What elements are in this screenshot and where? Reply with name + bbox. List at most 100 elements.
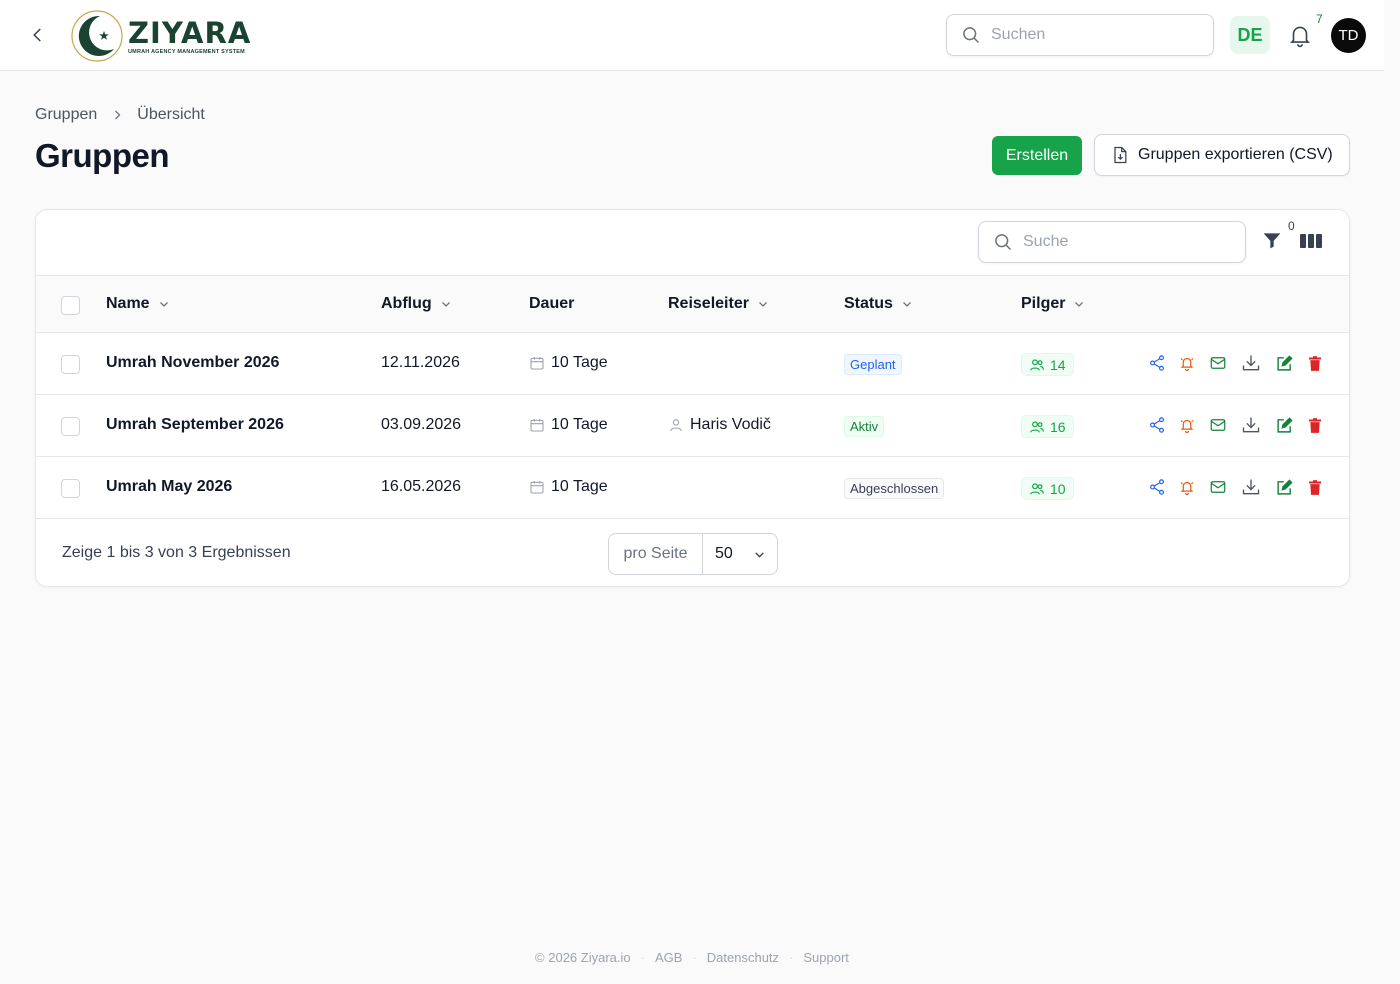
notifications-button[interactable]: [1287, 22, 1313, 48]
global-search[interactable]: [946, 14, 1214, 56]
footer-link-support[interactable]: Support: [803, 950, 849, 965]
edit-icon: [1276, 478, 1293, 495]
scrollbar-track: [1384, 0, 1400, 984]
trash-icon: [1309, 417, 1321, 433]
column-header-name[interactable]: Name: [106, 295, 170, 313]
share-icon: [1150, 355, 1164, 371]
table-header: Name Abflug Dauer Reiseleiter Status Pil…: [36, 275, 1349, 333]
pilgrims-count: 16: [1050, 418, 1066, 435]
delete-button[interactable]: [1305, 353, 1325, 373]
share-button[interactable]: [1147, 353, 1167, 373]
breadcrumb-item-gruppen[interactable]: Gruppen: [35, 106, 97, 124]
filter-count: 0: [1288, 219, 1295, 233]
mail-icon: [1210, 357, 1226, 369]
table-search[interactable]: [978, 221, 1246, 263]
download-icon: [1242, 355, 1260, 371]
duration-cell: 10 Tage: [529, 478, 608, 496]
row-checkbox[interactable]: [61, 355, 80, 374]
breadcrumb: Gruppen Übersicht: [35, 106, 205, 124]
edit-button[interactable]: [1274, 353, 1294, 373]
departure-date: 03.09.2026: [381, 416, 462, 433]
pilgrims-count: 10: [1050, 480, 1066, 497]
email-button[interactable]: [1208, 353, 1228, 373]
calendar-icon: [530, 481, 544, 494]
download-button[interactable]: [1241, 477, 1261, 497]
notify-button[interactable]: [1177, 415, 1197, 435]
footer: © 2026 Ziyara.io · AGB · Datenschutz · S…: [0, 950, 1384, 965]
share-button[interactable]: [1147, 477, 1167, 497]
departure-date: 12.11.2026: [381, 354, 460, 371]
download-icon: [1242, 479, 1260, 495]
columns-toggle-button[interactable]: [1300, 232, 1324, 250]
per-page-select[interactable]: pro Seite 50: [608, 533, 778, 575]
delete-button[interactable]: [1305, 415, 1325, 435]
group-name[interactable]: Umrah May 2026: [106, 478, 232, 496]
group-name[interactable]: Umrah September 2026: [106, 416, 284, 434]
table-row[interactable]: Umrah September 2026 03.09.2026 10 Tage …: [36, 395, 1349, 457]
global-search-input[interactable]: [991, 26, 1191, 44]
column-header-reiseleiter[interactable]: Reiseleiter: [668, 295, 769, 313]
users-icon: [1030, 482, 1044, 495]
logo-title: ZIYARA: [128, 15, 252, 50]
select-all-checkbox[interactable]: [61, 296, 80, 315]
footer-link-agb[interactable]: AGB: [655, 950, 682, 965]
pilgrims-count: 14: [1050, 356, 1066, 373]
logo[interactable]: ZIYARA UMRAH AGENCY MANAGEMENT SYSTEM: [70, 9, 251, 63]
logo-subtitle: UMRAH AGENCY MANAGEMENT SYSTEM: [128, 48, 245, 55]
chevron-right-icon: [115, 110, 121, 120]
download-button[interactable]: [1241, 415, 1261, 435]
column-header-pilger[interactable]: Pilger: [1021, 295, 1085, 313]
chevron-left-icon: [33, 28, 41, 42]
tour-guide-name: Haris Vodič: [690, 416, 771, 433]
bell-ring-icon: [1180, 419, 1194, 434]
chevron-down-icon: [755, 551, 764, 558]
bell-ring-icon: [1180, 357, 1194, 372]
duration: 10 Tage: [551, 478, 608, 495]
edit-button[interactable]: [1274, 477, 1294, 497]
mail-icon: [1210, 419, 1226, 431]
groups-table-card: 0 Name Abflug Dauer Reiseleiter Status P…: [35, 209, 1350, 587]
email-button[interactable]: [1208, 477, 1228, 497]
create-button[interactable]: Erstellen: [992, 136, 1082, 175]
results-summary: Zeige 1 bis 3 von 3 Ergebnissen: [62, 544, 291, 561]
footer-separator: ·: [640, 950, 645, 965]
share-button[interactable]: [1147, 415, 1167, 435]
table-row[interactable]: Umrah May 2026 16.05.2026 10 Tage Abgesc…: [36, 457, 1349, 519]
mail-icon: [1210, 481, 1226, 493]
group-name[interactable]: Umrah November 2026: [106, 354, 279, 372]
row-checkbox[interactable]: [61, 417, 80, 436]
filter-icon: [1263, 233, 1281, 249]
user-icon: [670, 419, 682, 432]
email-button[interactable]: [1208, 415, 1228, 435]
footer-copyright: © 2026 Ziyara.io: [535, 950, 631, 965]
delete-button[interactable]: [1305, 477, 1325, 497]
chevron-down-icon: [159, 302, 168, 307]
footer-separator: ·: [692, 950, 697, 965]
filter-button[interactable]: [1262, 230, 1284, 252]
language-switcher[interactable]: DE: [1230, 16, 1270, 54]
column-header-dauer-label: Dauer: [529, 295, 575, 312]
bell-ring-icon: [1180, 481, 1194, 496]
row-checkbox[interactable]: [61, 479, 80, 498]
search-icon: [995, 234, 1012, 251]
top-bar: ZIYARA UMRAH AGENCY MANAGEMENT SYSTEM DE…: [0, 0, 1384, 71]
column-header-status[interactable]: Status: [844, 295, 913, 313]
page-title: Gruppen: [35, 137, 170, 174]
pilgrims-count-badge[interactable]: 16: [1021, 415, 1074, 438]
edit-button[interactable]: [1274, 415, 1294, 435]
pilgrims-count-badge[interactable]: 10: [1021, 477, 1074, 500]
export-csv-button[interactable]: Gruppen exportieren (CSV): [1094, 134, 1350, 176]
table-row[interactable]: Umrah November 2026 12.11.2026 10 Tage G…: [36, 333, 1349, 395]
download-button[interactable]: [1241, 353, 1261, 373]
footer-link-datenschutz[interactable]: Datenschutz: [707, 950, 779, 965]
avatar[interactable]: TD: [1331, 18, 1366, 53]
per-page-dropdown[interactable]: 50: [703, 534, 777, 574]
calendar-icon: [530, 357, 544, 370]
notify-button[interactable]: [1177, 353, 1197, 373]
notify-button[interactable]: [1177, 477, 1197, 497]
crescent-star-logo-icon: [71, 10, 123, 62]
pilgrims-count-badge[interactable]: 14: [1021, 353, 1074, 376]
back-button[interactable]: [26, 23, 50, 47]
table-search-input[interactable]: [1023, 233, 1223, 251]
column-header-abflug[interactable]: Abflug: [381, 295, 452, 313]
